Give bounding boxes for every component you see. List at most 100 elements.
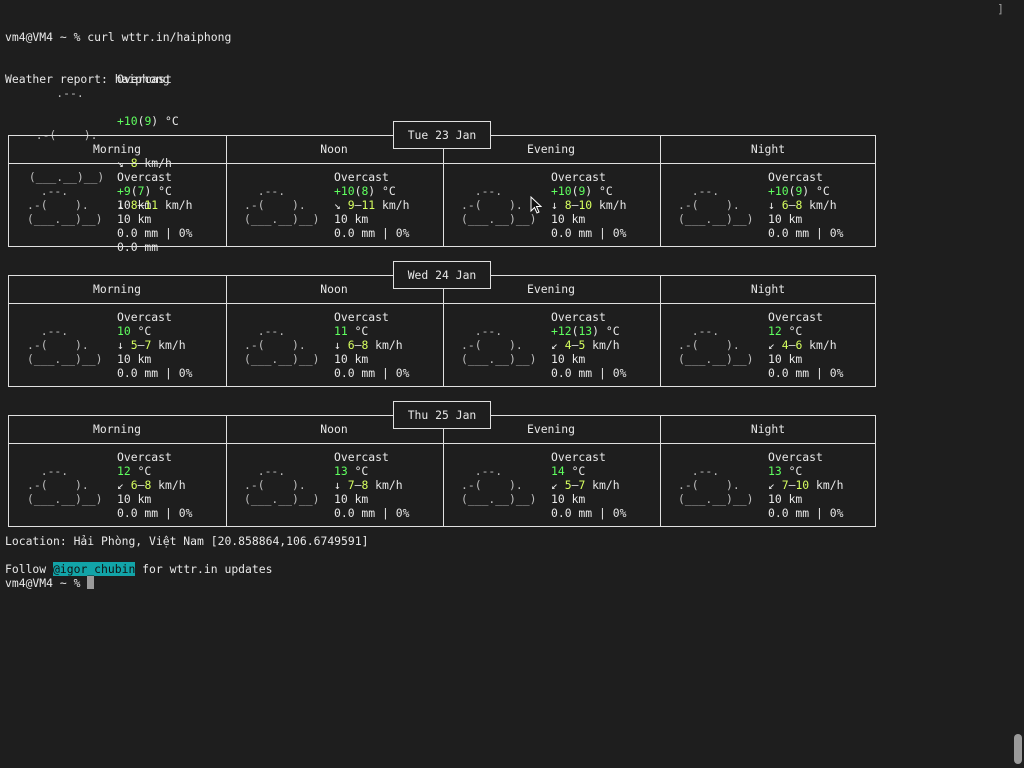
temperature: 11 °C	[334, 324, 369, 338]
wind-min: 6	[347, 338, 355, 352]
cloud-icon: .--. .-( ). (___.__)__)	[678, 464, 753, 506]
condition-text: Overcast	[768, 170, 823, 184]
temp-feels: 13	[578, 324, 593, 338]
wind-direction-icon: ↙	[551, 338, 558, 352]
temp-main: +10	[334, 184, 355, 198]
art-line: .--.	[461, 184, 523, 198]
temperature: 12 °C	[117, 464, 152, 478]
visibility: 10 km	[117, 492, 152, 506]
visibility: 10 km	[768, 212, 803, 226]
wind-min: 9	[347, 198, 355, 212]
temp-main: 11	[334, 324, 348, 338]
wind-min: 4	[781, 338, 789, 352]
wind-min: 6	[130, 478, 138, 492]
temperature: +12(13) °C	[551, 324, 620, 338]
condition-text: Overcast	[768, 310, 823, 324]
art-line: .--.	[22, 86, 112, 100]
wind-direction-icon: ↙	[768, 338, 775, 352]
period-label: Morning	[92, 142, 141, 156]
precipitation: 0.0 mm | 0%	[117, 226, 193, 240]
art-line: (___.__)__)	[678, 352, 754, 366]
prompt-text: vm4@VM4 ~ %	[5, 576, 88, 590]
wind-max: 5	[578, 338, 586, 352]
temperature: +10(9) °C	[768, 184, 830, 198]
temp-feels: 9	[578, 184, 586, 198]
temperature: 10 °C	[117, 324, 152, 338]
art-line: (___.__)__)	[678, 492, 754, 506]
temp-main: 12	[117, 464, 131, 478]
forecast-cell: .--. .-( ). (___.__)__) Overcast 14 °C ↙ 5–…	[443, 450, 659, 520]
temp-main: 13	[768, 464, 782, 478]
art-line: .--.	[244, 184, 306, 198]
prompt-line[interactable]: vm4@VM4 ~ %	[5, 576, 95, 590]
follow-prefix: Follow	[5, 562, 54, 576]
temperature: 13 °C	[768, 464, 803, 478]
art-line: .-( ).	[461, 198, 530, 212]
cell-info: Overcast 13 °C ↓ 7–8 km/h 10 km 0.0 mm | 0%	[334, 450, 409, 520]
temperature: +10(9) °C	[551, 184, 613, 198]
cell-info: Overcast 12 °C ↙ 6–8 km/h 10 km 0.0 mm | 0%	[117, 450, 192, 520]
forecast-cell: .--. .-( ). (___.__)__) Overcast +10(9) °C…	[443, 170, 659, 240]
visibility: 10 km	[334, 492, 369, 506]
art-line: .--.	[244, 324, 306, 338]
scrollbar-thumb[interactable]	[1014, 734, 1022, 764]
visibility: 10 km	[117, 352, 152, 366]
temp-main: +12	[551, 324, 572, 338]
temp-main: 14	[551, 464, 565, 478]
follow-suffix: for wttr.in updates	[135, 562, 273, 576]
wind: ↙ 4–6 km/h	[768, 338, 837, 352]
art-line: .--.	[244, 464, 306, 478]
cell-info: Overcast 14 °C ↙ 5–7 km/h 10 km 0.0 mm | 0%	[551, 450, 626, 520]
wind-direction-icon: ↙	[768, 478, 775, 492]
cell-info: Overcast +9(7) °C ↓ 8–11 km/h 10 km 0.0 mm |…	[117, 170, 192, 240]
precipitation: 0.0 mm | 0%	[768, 506, 844, 520]
temp-main: 13	[334, 464, 348, 478]
art-line: .-( ).	[678, 198, 747, 212]
date-label: Tue 23 Jan	[393, 121, 491, 149]
forecast-grid: Morning Noon Evening Night .--. .-( ). (___…	[8, 135, 876, 247]
precipitation: 0.0 mm | 0%	[334, 226, 410, 240]
wind-min: 5	[130, 338, 138, 352]
art-line: .--.	[27, 184, 89, 198]
precipitation: 0.0 mm | 0%	[551, 226, 627, 240]
follow-handle-link[interactable]: @igor_chubin	[53, 562, 136, 576]
forecast-cell: .--. .-( ). (___.__)__) Overcast 11 °C ↓ 6–…	[226, 310, 442, 380]
forecast-cell: .--. .-( ). (___.__)__) Overcast +10(9) °C…	[660, 170, 876, 240]
wind-min: 7	[781, 478, 789, 492]
art-line: (___.__)__)	[27, 212, 103, 226]
wind: ↓ 8–10 km/h	[551, 198, 627, 212]
cloud-icon: .--. .-( ). (___.__)__)	[244, 324, 319, 366]
period-label: Night	[750, 142, 786, 156]
forecast-cell: .--. .-( ). (___.__)__) Overcast 13 °C ↙ 7–…	[660, 450, 876, 520]
temp-feels: 7	[137, 184, 145, 198]
art-line: (___.__)__)	[27, 492, 103, 506]
wind-direction-icon: ↘	[334, 198, 341, 212]
condition-text: Overcast	[768, 450, 823, 464]
visibility: 10 km	[334, 352, 369, 366]
wind-min: 4	[564, 338, 572, 352]
wind-max: 6	[795, 338, 803, 352]
condition-text: Overcast	[117, 170, 172, 184]
forecast-grid: Morning Noon Evening Night .--. .-( ). (___…	[8, 415, 876, 527]
forecast-cell: .--. .-( ). (___.__)__) Overcast +10(8) °C…	[226, 170, 442, 240]
cloud-icon: .--. .-( ). (___.__)__)	[461, 324, 536, 366]
visibility: 10 km	[768, 352, 803, 366]
cloud-icon: .--. .-( ). (___.__)__)	[461, 184, 536, 226]
art-line: .--.	[27, 464, 89, 478]
wind-direction-icon: ↓	[551, 198, 558, 212]
wind: ↙ 7–10 km/h	[768, 478, 844, 492]
art-line: .-( ).	[244, 478, 313, 492]
cell-info: Overcast +10(9) °C ↓ 8–10 km/h 10 km 0.0 mm …	[551, 170, 626, 240]
forecast-cell: .--. .-( ). (___.__)__) Overcast 12 °C ↙ 4–…	[660, 310, 876, 380]
wind-max: 8	[361, 338, 369, 352]
tab-bracket-icon: ]	[997, 2, 1004, 16]
temp-feels: 8	[361, 184, 369, 198]
cell-info: Overcast 11 °C ↓ 6–8 km/h 10 km 0.0 mm | 0%	[334, 310, 409, 380]
wind-max: 10	[795, 478, 810, 492]
location-line: Location: Hải Phòng, Việt Nam [20.858864…	[5, 534, 369, 548]
art-line: (___.__)__)	[461, 352, 537, 366]
cell-info: Overcast +10(8) °C ↘ 9–11 km/h 10 km 0.0 mm …	[334, 170, 409, 240]
wind-max: 11	[144, 198, 159, 212]
precipitation: 0.0 mm | 0%	[768, 366, 844, 380]
precipitation: 0.0 mm | 0%	[551, 366, 627, 380]
